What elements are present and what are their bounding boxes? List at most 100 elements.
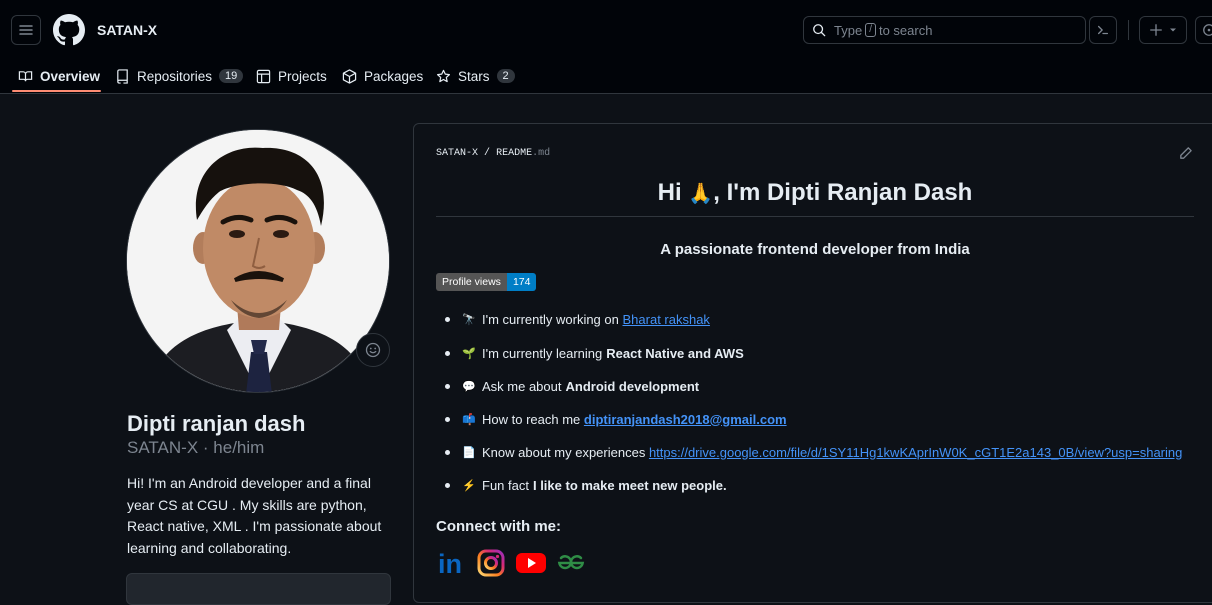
profile-username-line: SATAN-X · he/him bbox=[127, 438, 264, 458]
instagram-link[interactable] bbox=[476, 548, 506, 578]
tab-repositories[interactable]: Repositories 19 bbox=[115, 58, 244, 94]
list-item-bold: I like to make meet new people. bbox=[532, 477, 727, 493]
repo-icon bbox=[117, 68, 128, 84]
list-item: ⚡ Fun fact I like to make meet new people… bbox=[436, 474, 727, 496]
username-separator: · bbox=[202, 438, 209, 457]
geeksforgeeks-link[interactable] bbox=[556, 548, 586, 578]
mailbox-icon: 📫 bbox=[462, 413, 476, 426]
tab-packages[interactable]: Packages bbox=[342, 58, 423, 94]
bullet bbox=[445, 316, 450, 322]
github-logo-icon[interactable] bbox=[53, 14, 85, 46]
list-item: 📄 Know about my experiences https://driv… bbox=[436, 441, 1182, 463]
telescope-icon: 🔭 bbox=[462, 313, 476, 326]
tab-stars-label: Stars bbox=[458, 68, 490, 84]
speech-bubble-icon: 💬 bbox=[462, 380, 476, 393]
menu-button[interactable] bbox=[11, 15, 41, 45]
search-input[interactable]: Type / to search bbox=[803, 16, 1086, 44]
list-item-text: Ask me about bbox=[482, 378, 562, 394]
profile-owner[interactable]: SATAN-X bbox=[97, 22, 157, 38]
experience-drive-link[interactable]: https://drive.google.com/file/d/1SY11Hg1… bbox=[649, 445, 1182, 460]
bullet bbox=[445, 350, 450, 356]
profile-full-name: Dipti ranjan dash bbox=[127, 411, 306, 436]
avatar[interactable] bbox=[126, 129, 390, 393]
readme-path-ext: .md bbox=[532, 148, 551, 159]
linkedin-icon: in bbox=[438, 549, 462, 578]
command-palette-button[interactable] bbox=[1089, 16, 1117, 44]
profile-tabs: Overview Repositories 19 Projects Packag… bbox=[0, 58, 1212, 94]
seedling-icon: 🌱 bbox=[462, 347, 476, 360]
social-links: in bbox=[436, 548, 586, 578]
list-item-text: Know about my experiences bbox=[482, 444, 646, 460]
repositories-count-badge: 19 bbox=[219, 69, 244, 83]
list-item-text: I'm currently learning bbox=[482, 345, 603, 361]
tab-projects-label: Projects bbox=[278, 68, 327, 84]
geeksforgeeks-icon bbox=[557, 555, 585, 570]
list-item-text: How to reach me bbox=[482, 411, 581, 427]
search-shortcut-key: / bbox=[865, 23, 876, 37]
svg-text:in: in bbox=[438, 549, 462, 578]
readme-subtitle: A passionate frontend developer from Ind… bbox=[660, 241, 970, 258]
linkedin-link[interactable]: in bbox=[436, 548, 466, 578]
profile-views-badge[interactable]: Profile views 174 bbox=[436, 273, 537, 291]
book-icon bbox=[18, 70, 33, 81]
lightning-icon: ⚡ bbox=[462, 479, 476, 492]
avatar-photo bbox=[127, 130, 389, 392]
hamburger-icon bbox=[19, 25, 33, 35]
tab-overview[interactable]: Overview bbox=[18, 58, 100, 94]
tab-packages-label: Packages bbox=[364, 68, 424, 84]
edit-profile-button[interactable] bbox=[126, 573, 391, 605]
list-item-bold: React Native and AWS bbox=[606, 345, 744, 361]
list-item: 💬 Ask me about Android development bbox=[436, 375, 699, 397]
search-placeholder-post: to search bbox=[878, 22, 933, 38]
smiley-icon bbox=[365, 342, 381, 358]
readme-title: Hi 🙏, I'm Dipti Ranjan Dash bbox=[436, 179, 1194, 217]
app-header: SATAN-X Type / to search Overview Reposi… bbox=[0, 0, 1212, 94]
tab-projects[interactable]: Projects bbox=[256, 58, 327, 94]
caret-down-icon bbox=[1170, 28, 1176, 32]
search-icon bbox=[813, 24, 826, 37]
readme-path-file[interactable]: README bbox=[496, 148, 532, 159]
issues-button[interactable] bbox=[1195, 16, 1212, 44]
youtube-link[interactable] bbox=[516, 548, 546, 578]
issue-opened-icon bbox=[1203, 24, 1212, 36]
praying-hands-icon: 🙏 bbox=[688, 183, 714, 205]
create-new-button[interactable] bbox=[1139, 16, 1187, 44]
search-placeholder-pre: Type bbox=[834, 22, 863, 38]
profile-bio: Hi! I'm an Android developer and a final… bbox=[127, 475, 382, 556]
readme-card: SATAN-X / README.md Hi 🙏, I'm Dipti Ranj… bbox=[413, 123, 1212, 603]
readme-path-owner[interactable]: SATAN-X bbox=[436, 148, 478, 159]
tab-stars[interactable]: Stars 2 bbox=[436, 58, 515, 94]
bullet bbox=[445, 416, 450, 422]
plus-icon bbox=[1150, 24, 1162, 36]
pencil-icon[interactable] bbox=[1178, 146, 1193, 161]
list-item-bold: Android development bbox=[565, 378, 700, 394]
list-item: 🔭 I'm currently working on Bharat raksha… bbox=[436, 308, 710, 330]
instagram-icon bbox=[477, 549, 505, 577]
profile-views-count: 174 bbox=[506, 273, 537, 291]
bullet bbox=[445, 449, 450, 455]
email-link[interactable]: diptiranjandash2018@gmail.com bbox=[584, 412, 787, 427]
list-item-text: I'm currently working on bbox=[482, 311, 619, 327]
set-status-button[interactable] bbox=[356, 333, 390, 367]
list-item-text: Fun fact bbox=[482, 477, 529, 493]
tab-repositories-label: Repositories bbox=[137, 68, 213, 84]
readme-path: SATAN-X / README.md bbox=[436, 148, 550, 159]
readme-title-pre: Hi bbox=[657, 179, 682, 206]
youtube-icon bbox=[516, 553, 546, 573]
stars-count-badge: 2 bbox=[496, 69, 515, 83]
terminal-icon bbox=[1097, 25, 1109, 35]
header-divider bbox=[1128, 20, 1129, 40]
profile-views-label: Profile views bbox=[436, 273, 507, 291]
table-icon bbox=[256, 69, 271, 83]
bharat-rakshak-link[interactable]: Bharat rakshak bbox=[623, 312, 710, 327]
list-item: 🌱 I'm currently learning React Native and… bbox=[436, 342, 744, 364]
list-item: 📫 How to reach me diptiranjandash2018@gm… bbox=[436, 408, 787, 430]
profile-pronouns: he/him bbox=[213, 438, 265, 457]
readme-title-post: , I'm Dipti Ranjan Dash bbox=[713, 179, 973, 206]
star-icon bbox=[436, 69, 451, 82]
connect-heading: Connect with me: bbox=[436, 518, 562, 535]
readme-path-sep: / bbox=[484, 148, 491, 159]
top-bar: SATAN-X Type / to search bbox=[0, 0, 1212, 58]
profile-username: SATAN-X bbox=[127, 438, 199, 457]
bullet bbox=[445, 482, 450, 488]
